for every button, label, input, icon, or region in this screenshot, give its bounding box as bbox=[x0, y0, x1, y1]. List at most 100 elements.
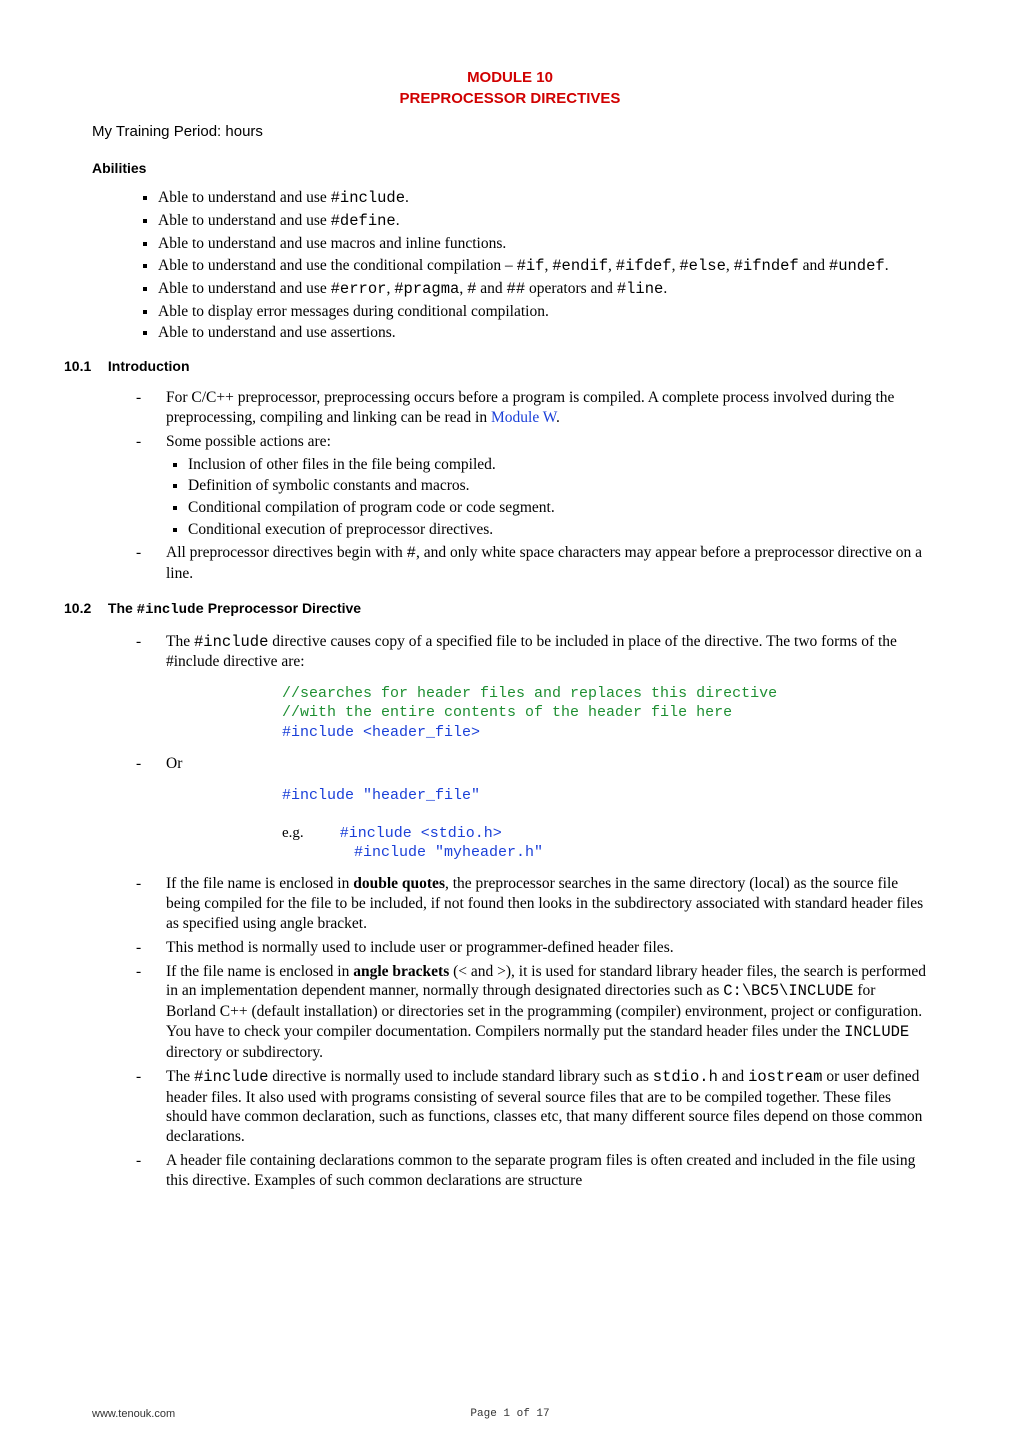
section-10-2-heading: 10.2 The #include Preprocessor Directive bbox=[64, 600, 928, 620]
text-run: Able to understand and use bbox=[158, 189, 331, 206]
text-run: # bbox=[407, 544, 416, 562]
training-period: My Training Period: hours bbox=[92, 122, 928, 141]
text-run: #pragma bbox=[394, 280, 459, 298]
list-item: For C/C++ preprocessor, preprocessing oc… bbox=[132, 386, 928, 430]
ability-item: Able to understand and use assertions. bbox=[158, 322, 928, 344]
text-run: C:\BC5\INCLUDE bbox=[723, 982, 853, 1000]
section-10-2-num: 10.2 bbox=[64, 600, 104, 618]
text-run: . bbox=[663, 280, 667, 297]
section-10-2-title-pre: The bbox=[108, 600, 137, 616]
text-run: This method is normally used to include … bbox=[166, 939, 674, 956]
ability-item: Able to understand and use the condition… bbox=[158, 255, 928, 278]
section-10-1-heading: 10.1 Introduction bbox=[64, 358, 928, 376]
list-item: All preprocessor directives begin with #… bbox=[132, 541, 928, 586]
list-item: If the file name is enclosed in double q… bbox=[132, 872, 928, 935]
text-run: directory or subdirectory. bbox=[166, 1044, 323, 1061]
text-run: . bbox=[396, 212, 400, 229]
code2-line-2: #include <stdio.h> bbox=[340, 825, 502, 842]
list-item: Conditional compilation of program code … bbox=[188, 497, 928, 519]
doc-title-block: MODULE 10 PREPROCESSOR DIRECTIVES bbox=[92, 68, 928, 108]
text-run: double quotes bbox=[353, 875, 445, 892]
or-text: Or bbox=[166, 755, 182, 772]
list-item: The #include directive causes copy of a … bbox=[132, 630, 928, 675]
text-run: directive causes copy of a specified fil… bbox=[166, 633, 897, 671]
text-run: directive is normally used to include st… bbox=[268, 1068, 652, 1085]
text-run: The bbox=[166, 633, 194, 650]
section-10-1-after-list: All preprocessor directives begin with #… bbox=[132, 541, 928, 586]
section-10-2-tail-list: If the file name is enclosed in double q… bbox=[132, 872, 928, 1192]
text-run: All preprocessor directives begin with bbox=[166, 544, 407, 561]
ability-item: Able to understand and use #define. bbox=[158, 210, 928, 233]
section-10-2-title-post: Preprocessor Directive bbox=[204, 600, 361, 616]
text-run: Able to understand and use macros and in… bbox=[158, 235, 506, 252]
text-run: # bbox=[467, 280, 476, 298]
list-item: The #include directive is normally used … bbox=[132, 1065, 928, 1149]
text-run: A header file containing declarations co… bbox=[166, 1152, 915, 1189]
code-block-2: #include "header_file" e.g. #include <st… bbox=[282, 786, 928, 863]
section-10-1-outer-list: For C/C++ preprocessor, preprocessing oc… bbox=[132, 386, 928, 453]
footer-page: Page 1 of 17 bbox=[0, 1407, 1020, 1421]
text-run: . bbox=[885, 257, 889, 274]
text-run: INCLUDE bbox=[844, 1023, 909, 1041]
code1-comment-2: //with the entire contents of the header… bbox=[282, 704, 732, 721]
text-run: #undef bbox=[829, 257, 885, 275]
section-10-1-inner-list: Inclusion of other files in the file bei… bbox=[188, 454, 928, 541]
text-run: #if bbox=[517, 257, 545, 275]
list-item: Definition of symbolic constants and mac… bbox=[188, 475, 928, 497]
text-run: operators and bbox=[525, 280, 617, 297]
list-item: A header file containing declarations co… bbox=[132, 1149, 928, 1193]
text-run: #line bbox=[617, 280, 664, 298]
text-run: , bbox=[608, 257, 616, 274]
text-run: #endif bbox=[552, 257, 608, 275]
text-run: If the file name is enclosed in bbox=[166, 963, 353, 980]
text-run: and bbox=[476, 280, 506, 297]
text-run: #ifndef bbox=[734, 257, 799, 275]
list-item: Inclusion of other files in the file bei… bbox=[188, 454, 928, 476]
text-run: #else bbox=[679, 257, 726, 275]
text-run: Able to understand and use assertions. bbox=[158, 324, 396, 341]
text-run: #include bbox=[194, 633, 268, 651]
text-run: The bbox=[166, 1068, 194, 1085]
ability-item: Able to understand and use #include. bbox=[158, 187, 928, 210]
or-list: Or bbox=[132, 752, 928, 776]
list-item: Conditional execution of preprocessor di… bbox=[188, 519, 928, 541]
text-run: iostream bbox=[748, 1068, 822, 1086]
text-run: , bbox=[726, 257, 734, 274]
section-10-1-num: 10.1 bbox=[64, 358, 104, 376]
abilities-heading: Abilities bbox=[92, 160, 928, 178]
title-line2: PREPROCESSOR DIRECTIVES bbox=[92, 89, 928, 108]
code1-comment-1: //searches for header files and replaces… bbox=[282, 685, 777, 702]
text-run: stdio.h bbox=[653, 1068, 718, 1086]
text-run: #error bbox=[331, 280, 387, 298]
text-run: Module W bbox=[491, 409, 556, 426]
ability-item: Able to understand and use #error, #prag… bbox=[158, 278, 928, 301]
section-10-2-lead: The #include directive causes copy of a … bbox=[132, 630, 928, 675]
text-run: Able to understand and use bbox=[158, 280, 331, 297]
list-item: Some possible actions are: bbox=[132, 430, 928, 454]
text-run: Able to understand and use the condition… bbox=[158, 257, 517, 274]
text-run: #define bbox=[331, 212, 396, 230]
text-run: Able to understand and use bbox=[158, 212, 331, 229]
code-block-1: //searches for header files and replaces… bbox=[282, 684, 928, 742]
ability-item: Able to understand and use macros and in… bbox=[158, 233, 928, 255]
code2-line-1: #include "header_file" bbox=[282, 787, 480, 804]
abilities-list: Able to understand and use #include.Able… bbox=[158, 187, 928, 344]
text-run: . bbox=[405, 189, 409, 206]
title-line1: MODULE 10 bbox=[92, 68, 928, 87]
list-item: If the file name is enclosed in angle br… bbox=[132, 960, 928, 1065]
text-run: . bbox=[556, 409, 560, 426]
code2-line-3: #include "myheader.h" bbox=[354, 844, 543, 861]
or-item: Or bbox=[132, 752, 928, 776]
text-run: #ifdef bbox=[616, 257, 672, 275]
text-run: and bbox=[718, 1068, 748, 1085]
text-run: Some possible actions are: bbox=[166, 433, 331, 450]
ability-item: Able to display error messages during co… bbox=[158, 301, 928, 323]
list-item: This method is normally used to include … bbox=[132, 936, 928, 960]
text-run: and bbox=[799, 257, 829, 274]
code2-eg: e.g. bbox=[282, 825, 304, 841]
text-run: Able to display error messages during co… bbox=[158, 303, 549, 320]
section-10-2-title-code: #include bbox=[137, 602, 204, 618]
text-run: If the file name is enclosed in bbox=[166, 875, 353, 892]
text-run: #include bbox=[331, 189, 405, 207]
section-10-1-title: Introduction bbox=[108, 358, 190, 374]
